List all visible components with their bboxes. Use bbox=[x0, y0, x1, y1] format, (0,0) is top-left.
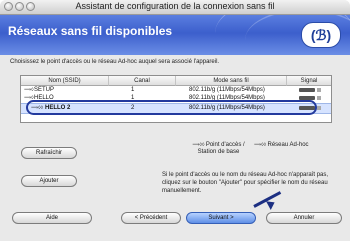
wireless-logo: (ℬ) bbox=[301, 22, 341, 48]
window-title: Assistant de configuration de la connexi… bbox=[75, 1, 275, 11]
legend-access-point: ⟹◊◊ Point d'accès / Station de base bbox=[191, 142, 246, 156]
wizard-window: Assistant de configuration de la connexi… bbox=[0, 0, 350, 241]
header-banner: Réseaux sans fil disponibles (ℬ) bbox=[0, 15, 350, 55]
selection-highlight-outline bbox=[26, 100, 317, 115]
help-button[interactable]: Aide bbox=[12, 212, 92, 224]
add-button[interactable]: Ajouter bbox=[21, 175, 77, 187]
manual-entry-note: Si le point d'accès ou le nom du réseau … bbox=[162, 172, 329, 194]
pointer-arrowhead-icon bbox=[266, 197, 277, 211]
signal-strength-icon bbox=[299, 88, 321, 92]
networks-table[interactable]: Nom (SSID) Canal Mode sans fil Signal ⟹◊… bbox=[20, 75, 332, 123]
access-point-icon: ⟹◊ bbox=[24, 87, 34, 93]
next-button[interactable]: Suivant > bbox=[186, 212, 256, 224]
title-bar: Assistant de configuration de la connexi… bbox=[0, 0, 350, 15]
legend-adhoc-label: Réseau Ad-hoc bbox=[267, 142, 309, 148]
access-point-icon: ⟹◊◊ bbox=[192, 142, 206, 148]
previous-button[interactable]: < Précédent bbox=[121, 212, 181, 224]
network-mode: 802.11b/g (11Mbps/54Mbps) bbox=[189, 87, 265, 93]
cancel-button[interactable]: Annuler bbox=[266, 212, 342, 224]
instruction-text: Choisissez le point d'accès ou le réseau… bbox=[10, 59, 220, 65]
column-header-ssid[interactable]: Nom (SSID) bbox=[21, 76, 109, 86]
network-ssid: SETUP bbox=[34, 87, 55, 93]
column-header-signal[interactable]: Signal bbox=[287, 76, 331, 86]
refresh-button[interactable]: Rafraîchir bbox=[21, 147, 77, 159]
adhoc-network-icon: ⟹◊◊ bbox=[254, 142, 268, 148]
page-title: Réseaux sans fil disponibles bbox=[8, 24, 173, 38]
network-channel: 1 bbox=[131, 87, 135, 93]
legend-adhoc: ⟹◊◊ Réseau Ad-hoc bbox=[254, 142, 309, 148]
column-header-channel[interactable]: Canal bbox=[109, 76, 176, 86]
column-header-mode[interactable]: Mode sans fil bbox=[176, 76, 287, 86]
